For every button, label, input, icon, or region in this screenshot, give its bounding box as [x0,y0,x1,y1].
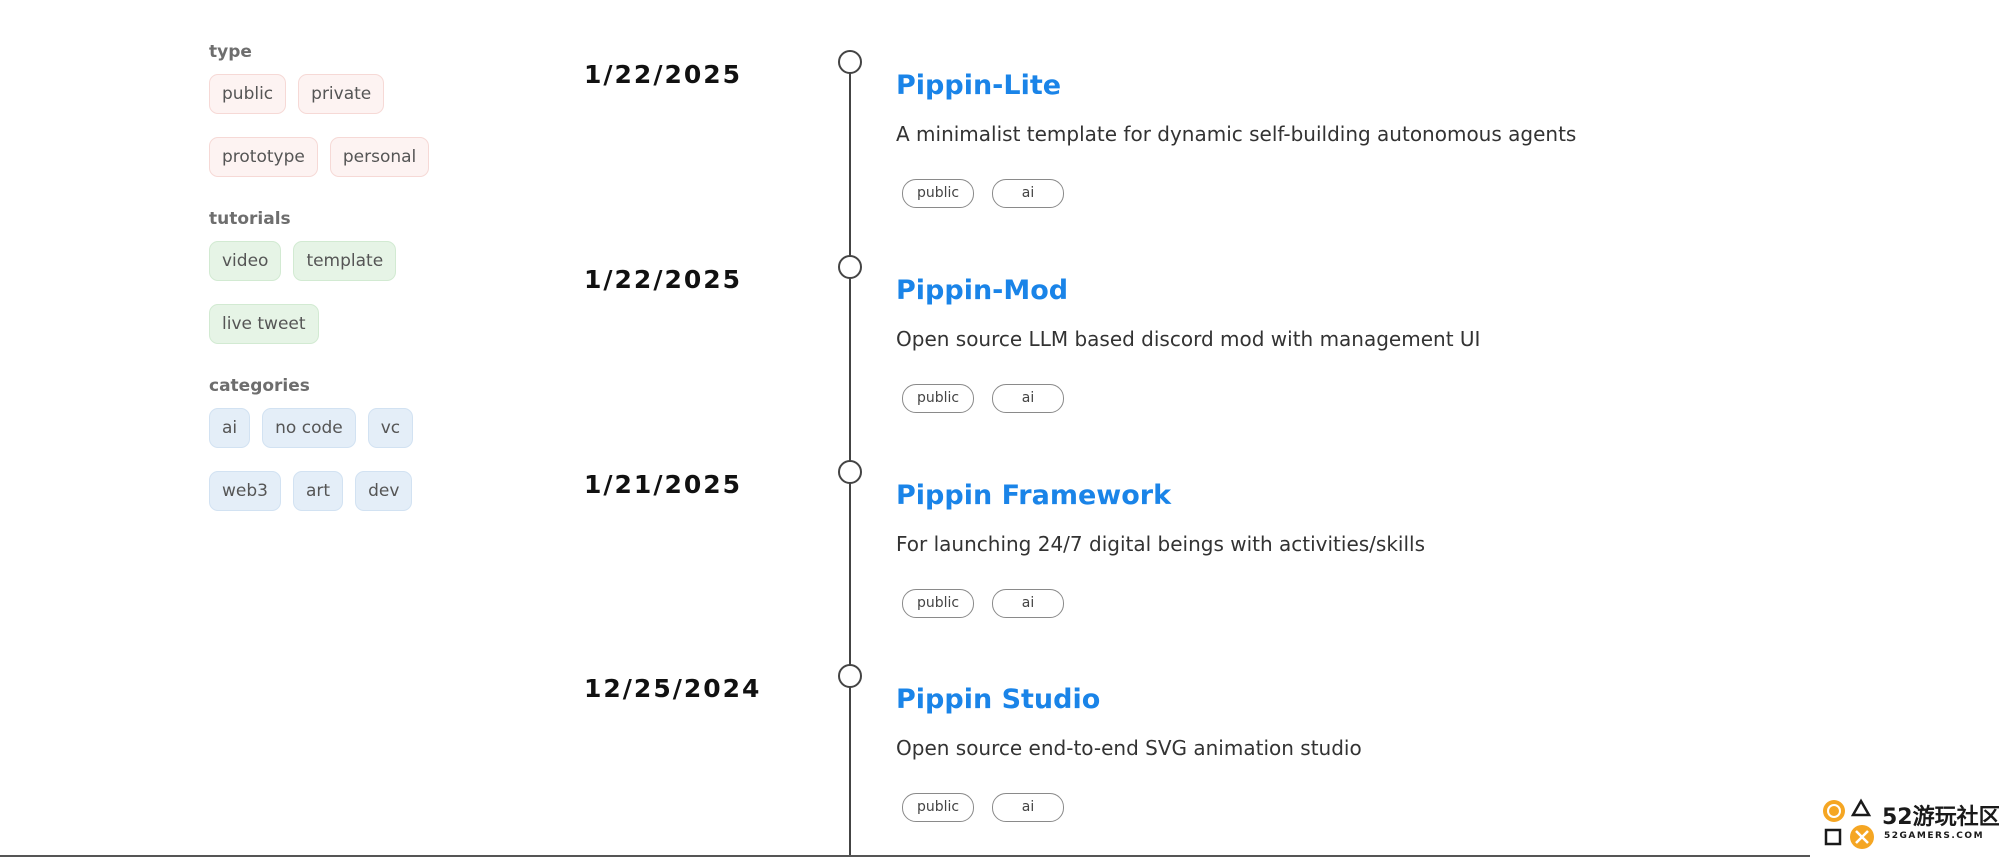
tag-public[interactable]: public [902,793,974,822]
project-description: Open source LLM based discord mod with m… [896,327,1481,351]
tag-public[interactable]: public [902,589,974,618]
tag-ai[interactable]: ai [992,793,1064,822]
watermark-text: 52游玩社区 [1882,805,1999,830]
timeline-node [838,460,862,484]
tag-public[interactable]: public [902,384,974,413]
project-description: For launching 24/7 digital beings with a… [896,532,1426,556]
project-tags: public ai [902,179,1064,208]
timeline-node [838,255,862,279]
entry-date: 1/21/2025 [584,470,743,499]
project-description: Open source end-to-end SVG animation stu… [896,736,1362,760]
timeline-entry: 1/21/2025 Pippin Framework For launching… [0,460,1999,665]
watermark-subtext: 52GAMERS.COM [1884,831,1985,841]
project-tags: public ai [902,384,1064,413]
site-watermark: 52游玩社区 52GAMERS.COM [1820,793,1999,853]
entry-date: 12/25/2024 [584,674,762,703]
watermark-logo-icon [1823,798,1874,849]
timeline-entry: 1/22/2025 Pippin-Mod Open source LLM bas… [0,255,1999,460]
timeline-node [838,664,862,688]
timeline-entry: 12/25/2024 Pippin Studio Open source end… [0,664,1999,857]
tag-public[interactable]: public [902,179,974,208]
project-title-link[interactable]: Pippin-Lite [896,70,1061,101]
project-tags: public ai [902,793,1064,822]
project-title-link[interactable]: Pippin-Mod [896,275,1068,306]
entry-date: 1/22/2025 [584,60,743,89]
project-description: A minimalist template for dynamic self-b… [896,122,1577,146]
timeline-entry: 1/22/2025 Pippin-Lite A minimalist templ… [0,50,1999,255]
tag-ai[interactable]: ai [992,589,1064,618]
tag-ai[interactable]: ai [992,384,1064,413]
project-title-link[interactable]: Pippin Studio [896,684,1100,715]
entry-date: 1/22/2025 [584,265,743,294]
timeline-node [838,50,862,74]
project-tags: public ai [902,589,1064,618]
tag-ai[interactable]: ai [992,179,1064,208]
project-title-link[interactable]: Pippin Framework [896,480,1171,511]
